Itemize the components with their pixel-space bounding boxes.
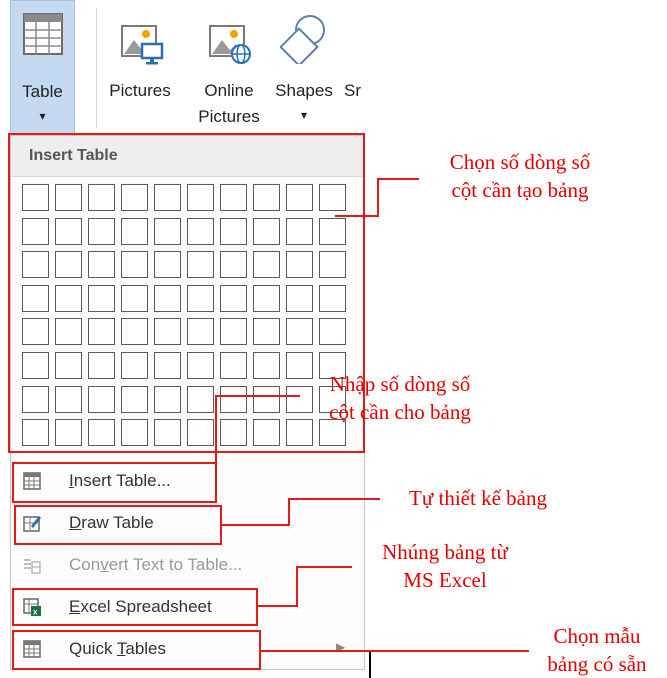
pictures-icon xyxy=(121,25,164,65)
draw-annotation: Tự thiết kế bảng xyxy=(378,484,578,512)
online-pictures-button[interactable]: Online Pictures xyxy=(190,0,268,135)
grid-note-connector xyxy=(377,178,419,180)
shapes-button[interactable]: Shapes ▾ xyxy=(270,0,338,135)
insert-note-connector xyxy=(215,395,300,397)
quick-annotation: Chọn mẫu bảng có sẵn xyxy=(527,622,667,678)
draw-note-connector xyxy=(222,524,290,526)
annotation-line: Nhúng bảng từ xyxy=(382,540,508,564)
grid-note-connector xyxy=(377,178,379,216)
annotation-line: cột cần cho bảng xyxy=(329,400,471,424)
draw-note-connector xyxy=(288,498,290,526)
annotation-line: cột cần tạo bảng xyxy=(451,178,589,202)
quick-tables-highlight-box xyxy=(12,630,261,670)
text-cursor xyxy=(369,650,371,678)
draw-note-connector xyxy=(288,498,380,500)
annotation-line: Nhập số dòng số xyxy=(329,372,471,396)
insert-note-connector xyxy=(215,395,217,463)
menu-item-convert-text[interactable]: Convert Text to Table... xyxy=(11,546,364,584)
annotation-line: bảng có sẵn xyxy=(547,652,647,676)
online-pictures-label-1: Online xyxy=(204,81,254,100)
table-button-label: Table xyxy=(22,82,63,101)
table-button[interactable]: Table ▾ xyxy=(10,0,75,135)
table-icon xyxy=(23,13,63,55)
chevron-down-icon: ▾ xyxy=(39,109,46,123)
shapes-label: Shapes xyxy=(275,81,333,100)
insert-ribbon: Table ▾ Pictures Online Pictures Shapes … xyxy=(0,0,368,135)
excel-note-connector xyxy=(296,566,352,568)
menu-item-label: Convert Text to Table... xyxy=(69,555,243,574)
annotation-line: Chọn số dòng số xyxy=(449,150,591,174)
chevron-down-icon: ▾ xyxy=(300,108,308,122)
grid-annotation: Chọn số dòng số cột cần tạo bảng xyxy=(420,148,620,204)
smartart-label: Sr xyxy=(344,81,361,100)
smartart-button[interactable]: Sr xyxy=(344,0,368,135)
grid-note-connector xyxy=(335,215,379,217)
quick-note-connector xyxy=(261,650,529,652)
ribbon-separator xyxy=(96,8,97,128)
online-pictures-icon xyxy=(209,25,251,64)
convert-text-icon xyxy=(24,559,41,574)
annotation-line: Chọn mẫu xyxy=(553,624,641,648)
annotation-line: Tự thiết kế bảng xyxy=(409,486,547,510)
online-pictures-label-2: Pictures xyxy=(198,107,260,126)
pictures-label: Pictures xyxy=(109,81,171,100)
insert-annotation: Nhập số dòng số cột cần cho bảng xyxy=(300,370,500,426)
excel-annotation: Nhúng bảng từ MS Excel xyxy=(345,538,545,594)
pictures-button[interactable]: Pictures xyxy=(100,0,180,135)
draw-table-highlight-box xyxy=(14,505,222,545)
excel-note-connector xyxy=(296,566,298,607)
excel-note-connector xyxy=(258,605,298,607)
excel-highlight-box xyxy=(12,588,258,626)
shapes-icon xyxy=(280,15,325,64)
insert-table-highlight-box xyxy=(12,462,217,503)
annotation-line: MS Excel xyxy=(403,568,487,592)
